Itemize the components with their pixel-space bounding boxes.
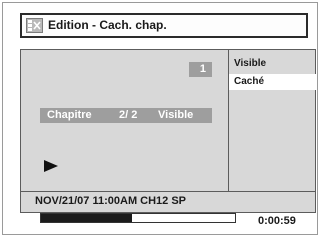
edit-icon xyxy=(26,18,43,33)
chapter-label: Chapitre xyxy=(47,109,92,121)
chapter-info-bar: Chapitre 2/ 2 Visible xyxy=(40,108,212,123)
chapter-status: Visible xyxy=(158,109,194,121)
option-cache[interactable]: Caché xyxy=(229,74,316,90)
option-visible[interactable]: Visible xyxy=(229,56,316,72)
panel-divider xyxy=(21,191,315,192)
elapsed-time: 0:00:59 xyxy=(258,215,296,227)
playback-progress-fill xyxy=(41,214,133,222)
playback-progress-bar xyxy=(40,213,236,223)
play-icon xyxy=(44,159,58,177)
title-bar: Edition - Cach. chap. xyxy=(20,13,308,38)
chapter-index: 2/ 2 xyxy=(119,109,138,121)
edit-panel: 1 Chapitre 2/ 2 Visible Visible Caché NO… xyxy=(20,49,316,223)
recording-info: NOV/21/07 11:00AM CH12 SP xyxy=(35,195,187,207)
page-title: Edition - Cach. chap. xyxy=(48,18,167,32)
title-number-badge: 1 xyxy=(189,62,212,77)
